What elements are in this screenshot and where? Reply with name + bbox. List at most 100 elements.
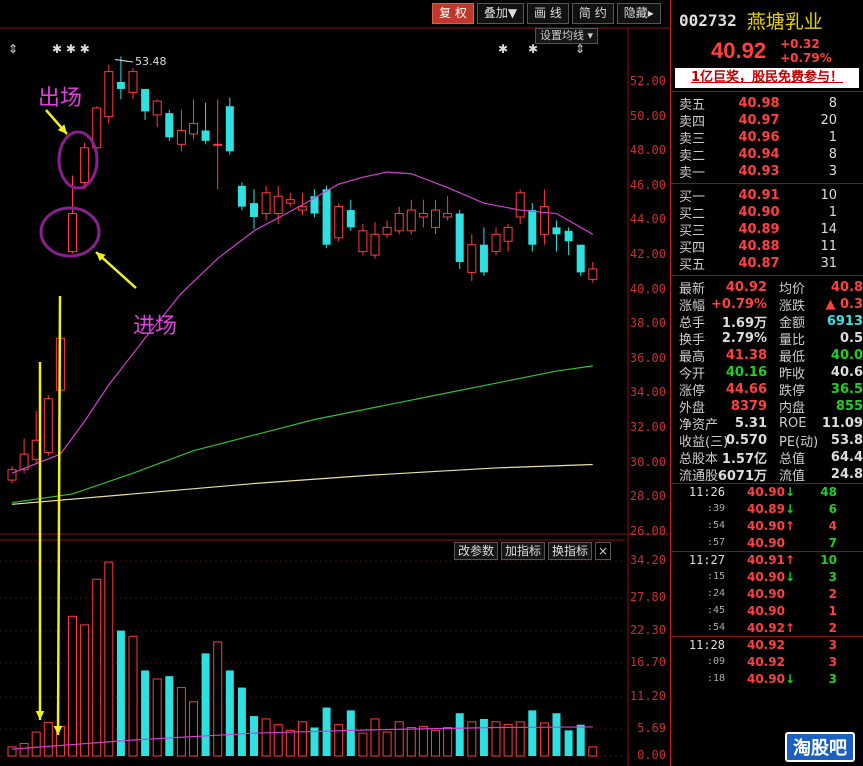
ma-settings-dropdown[interactable]: 设置均线 ▾: [535, 28, 599, 44]
bid-row[interactable]: 买二 40.90 1: [671, 204, 863, 222]
bid-row-price: 40.90: [738, 205, 780, 220]
candle-body-down: [165, 113, 174, 138]
quote-key: 金额: [779, 316, 806, 330]
bid-row-price: 40.91: [738, 188, 780, 203]
tick-price: 40.92: [747, 638, 785, 652]
quote-key: 涨停: [679, 384, 706, 398]
quote-key: ROE: [779, 416, 807, 431]
tick-time: 11:26: [688, 485, 725, 499]
candle-body-up: [539, 206, 549, 235]
bid-row[interactable]: 买四 40.88 11: [671, 238, 863, 256]
quote-value: 6913: [826, 314, 863, 329]
bid-row[interactable]: 买五 40.87 31: [671, 255, 863, 273]
candle-body-down: [528, 210, 537, 245]
add-indicator-button[interactable]: 加指标: [501, 542, 546, 560]
bid-orderbook: 买一 40.91 10 买二 40.90 1 买三 40.89 14 买四 40.88 11 买五 40.…: [671, 187, 863, 273]
fuquan-button[interactable]: 复 权: [432, 3, 474, 24]
volume-bar-up: [31, 731, 41, 757]
quote-key: 流通股: [679, 469, 719, 483]
ask-row-price: 40.98: [738, 96, 780, 111]
ask-row-price: 40.96: [738, 130, 780, 145]
ask-row-price: 40.93: [738, 164, 780, 179]
quote-value: 64.4: [830, 450, 863, 465]
quote-key: 总值: [779, 452, 806, 466]
tick-list[interactable]: 11:26 40.90 ↓ 48:39 40.89 ↓ 6:54 40.90 ↑ 4:57 40.9…: [671, 483, 863, 687]
candle-body-down: [116, 82, 125, 89]
ask-row-volume: 8: [828, 96, 837, 111]
volume-tick-label: 22.30: [629, 623, 666, 637]
quote-value: 36.5: [830, 382, 863, 397]
quote-row: 最新 40.92 均价 40.8: [671, 279, 863, 296]
bid-row-volume: 10: [820, 188, 837, 203]
quote-key: 换手: [679, 333, 706, 347]
bid-row-volume: 14: [820, 222, 837, 237]
quote-value: 40.0: [830, 348, 863, 363]
volume-bar-up: [394, 721, 404, 757]
ask-row-price: 40.97: [738, 113, 780, 128]
volume-bar-up: [7, 746, 17, 757]
tick-volume: 3: [828, 654, 837, 669]
quote-row: 流通股 6071万 流值 24.8: [671, 466, 863, 483]
ask-row[interactable]: 卖四 40.97 20: [671, 112, 863, 130]
ask-row[interactable]: 卖五 40.98 8: [671, 95, 863, 113]
volume-arrow-head: [35, 710, 45, 720]
ask-row[interactable]: 卖一 40.93 3: [671, 163, 863, 181]
tick-volume: 2: [828, 586, 837, 601]
volume-bar-up: [539, 722, 549, 757]
draw-line-button[interactable]: 画 线: [527, 3, 569, 24]
overlay-button[interactable]: 叠加▼: [476, 3, 525, 24]
ask-row[interactable]: 卖三 40.96 1: [671, 129, 863, 147]
quote-key: 最高: [679, 350, 706, 364]
quote-row: 涨幅 +0.79% 涨跌 ▲ 0.3: [671, 296, 863, 313]
volume-bar-up: [588, 746, 598, 757]
volume-bar-up: [467, 721, 477, 757]
volume-bar-down: [564, 730, 573, 756]
kline-chart-svg[interactable]: [0, 0, 670, 766]
change-params-button[interactable]: 改参数: [454, 542, 499, 560]
tick-price: 40.89: [747, 501, 785, 516]
candle-body-up: [297, 206, 307, 211]
candle-body-up: [443, 213, 453, 218]
marker-icon: ⇕: [575, 42, 586, 56]
quote-panel: 002732 燕塘乳业 40.92 +0.32 +0.79% 1亿巨奖，股民免费…: [670, 0, 863, 766]
tick-price: 40.90: [747, 586, 785, 601]
candle-body-down: [346, 210, 355, 228]
tick-volume: 2: [828, 620, 837, 635]
close-indicator-button[interactable]: ×: [595, 542, 612, 560]
quote-key: 涨幅: [679, 299, 706, 313]
hide-button[interactable]: 隐藏▸: [616, 3, 661, 24]
candle-body-up: [43, 398, 53, 453]
switch-indicator-button[interactable]: 换指标: [548, 542, 593, 560]
kline-chart-area[interactable]: 复 权 叠加▼ 画 线 简 约 隐藏▸ 设置均线 ▾ ⇕ ✱ ✱ ✱ ✱ ✱ ⇕…: [0, 0, 670, 766]
tick-time: :54: [706, 622, 725, 633]
price-row: 40.92 +0.32 +0.79%: [671, 34, 863, 68]
volume-tick-label: 5.69: [637, 721, 666, 735]
quote-value: 40.6: [830, 365, 863, 380]
quote-stats: 最新 40.92 均价 40.8 涨幅 +0.79% 涨跌 ▲ 0.3 总手 1.69万 金额 691…: [671, 279, 863, 483]
ask-row[interactable]: 卖二 40.94 8: [671, 146, 863, 164]
promo-banner[interactable]: 1亿巨奖，股民免费参与！: [675, 68, 859, 88]
quote-key: 今开: [679, 367, 706, 381]
tick-time: :18: [706, 673, 725, 684]
volume-bar-down: [165, 676, 174, 756]
volume-tick-label: 16.70: [629, 655, 666, 669]
star-marker-icon: ✱: [498, 42, 509, 56]
price-tick-label: 30.00: [629, 454, 666, 469]
quote-row: 总股本 1.57亿 总值 64.4: [671, 449, 863, 466]
simple-button[interactable]: 简 约: [571, 3, 614, 24]
tick-row: :57 40.90 7: [671, 534, 863, 551]
bid-row[interactable]: 买三 40.89 14: [671, 221, 863, 239]
quote-key: 流值: [779, 469, 806, 483]
exit-annotation: 出场: [38, 86, 83, 111]
quote-key: 内盘: [779, 401, 806, 415]
moving-average-line: [11, 171, 594, 474]
star-marker-icon: ✱ ✱ ✱: [52, 42, 90, 56]
ask-row-label: 卖一: [679, 166, 706, 181]
quote-value: 1.69万: [721, 316, 767, 330]
bid-row[interactable]: 买一 40.91 10: [671, 187, 863, 205]
tick-direction-icon: ↓: [785, 671, 796, 686]
tick-price: 40.90: [747, 569, 785, 584]
volume-bar-down: [455, 713, 464, 756]
ask-row-volume: 20: [820, 113, 837, 128]
tick-direction-icon: ↓: [785, 485, 796, 499]
